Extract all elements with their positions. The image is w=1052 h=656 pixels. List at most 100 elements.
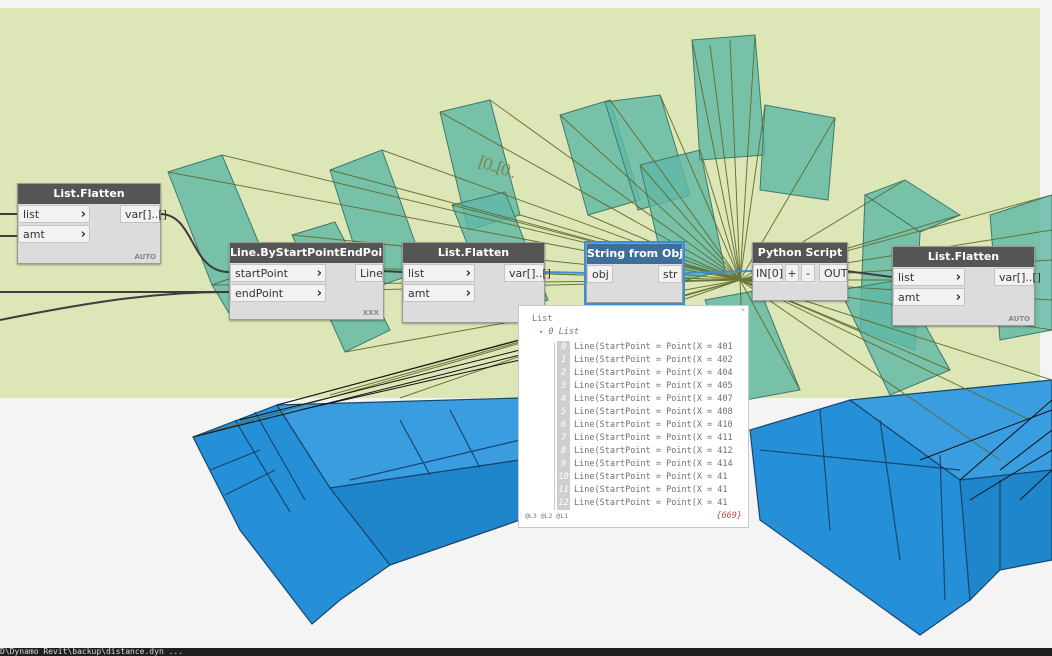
port-label: OUT bbox=[824, 267, 848, 280]
list-value: Line(StartPoint = Point(X = 405 bbox=[574, 381, 733, 391]
node-title[interactable]: String from Object bbox=[587, 244, 682, 264]
item-count: {669} bbox=[716, 511, 742, 521]
node-list-flatten-left[interactable]: List.Flatten list › amt › var[]..[] AUTO bbox=[17, 183, 167, 264]
node-title[interactable]: Line.ByStartPointEndPoint bbox=[230, 243, 383, 263]
list-index: 2 bbox=[557, 367, 570, 380]
output-port-str[interactable]: str bbox=[658, 265, 682, 283]
node-python-script[interactable]: Python Script IN[0] + - OUT bbox=[752, 242, 848, 301]
remove-input-button[interactable]: - bbox=[801, 264, 815, 282]
node-title[interactable]: Python Script bbox=[753, 243, 847, 263]
port-label: IN[0] bbox=[756, 267, 784, 280]
list-value: Line(StartPoint = Point(X = 410 bbox=[574, 420, 733, 430]
input-port-amt[interactable]: amt › bbox=[893, 288, 965, 306]
sublist-text: 0 List bbox=[548, 327, 580, 337]
close-icon[interactable]: × bbox=[741, 306, 745, 314]
list-item[interactable]: 9 Line(StartPoint = Point(X = 414 bbox=[557, 458, 733, 471]
node-preview-bubble[interactable]: × List ▾ 0 List 0 Line(StartPoint = Point… bbox=[518, 305, 749, 528]
input-port-obj[interactable]: obj bbox=[587, 265, 613, 283]
list-item[interactable]: 4 Line(StartPoint = Point(X = 407 bbox=[557, 393, 733, 406]
port-label: list bbox=[408, 267, 425, 280]
input-port-list[interactable]: list › bbox=[18, 205, 90, 223]
preview-root-label: List bbox=[532, 314, 553, 324]
node-title[interactable]: List.Flatten bbox=[18, 184, 160, 204]
list-index: 7 bbox=[557, 432, 570, 445]
list-value: Line(StartPoint = Point(X = 407 bbox=[574, 394, 733, 404]
list-value: Line(StartPoint = Point(X = 401 bbox=[574, 342, 733, 352]
list-value: Line(StartPoint = Point(X = 41 bbox=[574, 485, 728, 495]
list-value: Line(StartPoint = Point(X = 412 bbox=[574, 446, 733, 456]
list-index: 8 bbox=[557, 445, 570, 458]
list-index: 9 bbox=[557, 458, 570, 471]
input-port-list[interactable]: list › bbox=[403, 264, 475, 282]
output-port[interactable]: var[]..[] bbox=[120, 205, 167, 223]
node-title[interactable]: List.Flatten bbox=[893, 247, 1034, 267]
lacing-indicator[interactable]: AUTO bbox=[134, 253, 156, 261]
list-level-indicator[interactable]: @L3 @L2 @L1 bbox=[525, 512, 568, 520]
port-label: endPoint bbox=[235, 287, 284, 300]
list-item[interactable]: 2 Line(StartPoint = Point(X = 404 bbox=[557, 367, 733, 380]
list-index: 0 bbox=[557, 341, 570, 354]
list-item[interactable]: 7 Line(StartPoint = Point(X = 411 bbox=[557, 432, 733, 445]
lacing-indicator[interactable]: XXX bbox=[363, 309, 379, 317]
output-port[interactable]: var[]..[] bbox=[994, 268, 1041, 286]
chevron-right-icon: › bbox=[955, 270, 961, 285]
list-value: Line(StartPoint = Point(X = 408 bbox=[574, 407, 733, 417]
input-port-amt[interactable]: amt › bbox=[403, 284, 475, 302]
output-port[interactable]: var[]..[] bbox=[504, 264, 551, 282]
port-label: str bbox=[663, 268, 678, 281]
port-label: obj bbox=[592, 268, 609, 281]
chevron-right-icon: › bbox=[80, 207, 86, 222]
input-port-startpoint[interactable]: startPoint › bbox=[230, 264, 326, 282]
list-index: 1 bbox=[557, 354, 570, 367]
input-port-list[interactable]: list › bbox=[893, 268, 965, 286]
list-item[interactable]: 8 Line(StartPoint = Point(X = 412 bbox=[557, 445, 733, 458]
chevron-right-icon: › bbox=[465, 266, 471, 281]
add-input-button[interactable]: + bbox=[785, 264, 799, 282]
tree-guide-line bbox=[554, 342, 555, 510]
list-value: Line(StartPoint = Point(X = 404 bbox=[574, 368, 733, 378]
port-label: amt bbox=[23, 228, 45, 241]
input-port-endpoint[interactable]: endPoint › bbox=[230, 284, 326, 302]
chevron-right-icon: › bbox=[465, 286, 471, 301]
port-label: amt bbox=[408, 287, 430, 300]
chevron-right-icon: › bbox=[955, 290, 961, 305]
port-label: var[]..[] bbox=[125, 208, 167, 221]
graph-canvas[interactable]: [0..[0.. List.Flatten list › amt › var[]..… bbox=[0, 0, 1052, 656]
input-port-in0[interactable]: IN[0] bbox=[753, 264, 783, 282]
list-index: 11 bbox=[557, 484, 570, 497]
port-label: var[]..[] bbox=[509, 267, 551, 280]
node-string-from-object[interactable]: String from Object obj str bbox=[584, 241, 685, 305]
chevron-right-icon: › bbox=[316, 266, 322, 281]
list-index: 4 bbox=[557, 393, 570, 406]
list-item[interactable]: 5 Line(StartPoint = Point(X = 408 bbox=[557, 406, 733, 419]
input-port-amt[interactable]: amt › bbox=[18, 225, 90, 243]
port-label: amt bbox=[898, 291, 920, 304]
list-index: 6 bbox=[557, 419, 570, 432]
list-index: 3 bbox=[557, 380, 570, 393]
list-index: 10 bbox=[557, 471, 570, 484]
list-item[interactable]: 0 Line(StartPoint = Point(X = 401 bbox=[557, 341, 733, 354]
status-bar: D\Dynamo Revit\backup\distance.dyn ... bbox=[0, 648, 1052, 656]
list-item[interactable]: 11 Line(StartPoint = Point(X = 41 bbox=[557, 484, 728, 497]
node-line-by-start-end[interactable]: Line.ByStartPointEndPoint startPoint › en… bbox=[229, 242, 384, 320]
port-label: Line bbox=[360, 267, 383, 280]
preview-sublist-label[interactable]: ▾ 0 List bbox=[539, 327, 579, 337]
list-item[interactable]: 3 Line(StartPoint = Point(X = 405 bbox=[557, 380, 733, 393]
node-list-flatten-right[interactable]: List.Flatten list › amt › var[]..[] AUTO bbox=[892, 246, 1041, 326]
list-item[interactable]: 12 Line(StartPoint = Point(X = 41 bbox=[557, 497, 728, 510]
list-value: Line(StartPoint = Point(X = 41 bbox=[574, 498, 728, 508]
list-item[interactable]: 1 Line(StartPoint = Point(X = 402 bbox=[557, 354, 733, 367]
list-item[interactable]: 10 Line(StartPoint = Point(X = 41 bbox=[557, 471, 728, 484]
list-value: Line(StartPoint = Point(X = 414 bbox=[574, 459, 733, 469]
node-title[interactable]: List.Flatten bbox=[403, 243, 544, 263]
list-value: Line(StartPoint = Point(X = 41 bbox=[574, 472, 728, 482]
lacing-indicator[interactable]: AUTO bbox=[1008, 315, 1030, 323]
list-item[interactable]: 6 Line(StartPoint = Point(X = 410 bbox=[557, 419, 733, 432]
port-label: list bbox=[898, 271, 915, 284]
output-port[interactable]: Line bbox=[355, 264, 383, 282]
list-index: 5 bbox=[557, 406, 570, 419]
port-label: var[]..[] bbox=[999, 271, 1041, 284]
output-port-out[interactable]: OUT bbox=[819, 264, 847, 282]
expand-triangle-icon[interactable]: ▾ bbox=[539, 328, 543, 336]
list-value: Line(StartPoint = Point(X = 402 bbox=[574, 355, 733, 365]
